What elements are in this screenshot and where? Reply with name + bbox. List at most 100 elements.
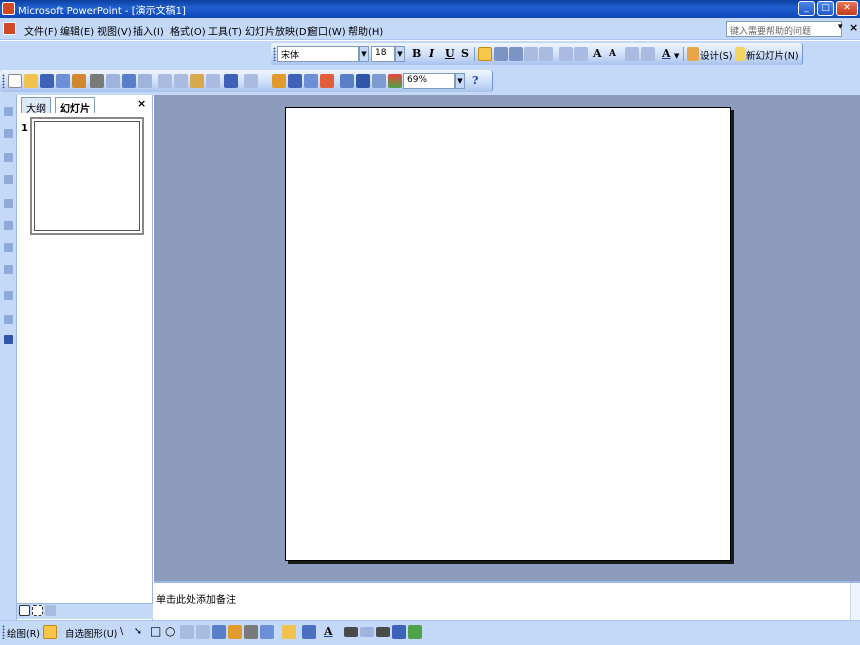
diagram-icon[interactable] bbox=[228, 625, 242, 639]
insert-table-icon[interactable] bbox=[288, 74, 302, 88]
picture-icon[interactable] bbox=[260, 625, 274, 639]
font-size-dropdown-icon[interactable]: ▼ bbox=[395, 46, 405, 62]
print-icon[interactable] bbox=[90, 74, 104, 88]
format-painter-icon[interactable] bbox=[206, 74, 220, 88]
help-search-input[interactable]: 键入需要帮助的问题 bbox=[726, 21, 842, 37]
menu-window[interactable]: 窗口(W) bbox=[308, 23, 346, 38]
show-formatting-icon[interactable] bbox=[356, 74, 370, 88]
draw-menu-button[interactable]: 绘图(R) bbox=[7, 626, 40, 640]
underline-button[interactable]: U bbox=[445, 47, 455, 60]
numbering-icon[interactable] bbox=[559, 47, 573, 61]
expand-all-icon[interactable] bbox=[4, 265, 13, 274]
line-icon[interactable]: \ bbox=[120, 626, 123, 637]
zoom-dropdown-icon[interactable]: ▼ bbox=[455, 73, 465, 89]
font-name-select[interactable]: 宋体 bbox=[277, 46, 359, 62]
powerpoint-app-icon[interactable] bbox=[2, 2, 15, 15]
expand-icon[interactable] bbox=[4, 221, 13, 230]
move-down-icon[interactable] bbox=[4, 175, 13, 184]
insert-hyperlink-icon[interactable] bbox=[320, 74, 334, 88]
expand-all-icon[interactable] bbox=[340, 74, 354, 88]
increase-indent-icon[interactable] bbox=[641, 47, 655, 61]
minimize-button[interactable]: _ bbox=[798, 1, 815, 16]
font-size-select[interactable]: 18 bbox=[371, 46, 395, 62]
menu-help[interactable]: 帮助(H) bbox=[348, 23, 383, 38]
vertical-textbox-icon[interactable] bbox=[196, 625, 210, 639]
decrease-font-size-icon[interactable]: A bbox=[609, 49, 616, 59]
justify-icon[interactable] bbox=[524, 47, 538, 61]
arrow-style-icon[interactable] bbox=[376, 627, 390, 637]
slide-sorter-icon[interactable] bbox=[32, 605, 43, 616]
rectangle-icon[interactable]: □ bbox=[150, 624, 161, 638]
demote-icon[interactable] bbox=[4, 129, 13, 138]
menu-view[interactable]: 视图(V) bbox=[97, 23, 132, 38]
toolbar-grip[interactable] bbox=[2, 74, 5, 88]
menu-edit[interactable]: 编辑(E) bbox=[60, 23, 94, 38]
align-left-icon[interactable] bbox=[478, 47, 492, 61]
slide-canvas[interactable] bbox=[285, 107, 731, 561]
slide-thumbnail[interactable] bbox=[30, 117, 144, 235]
notes-scrollbar[interactable] bbox=[850, 583, 860, 620]
research-icon[interactable] bbox=[138, 74, 152, 88]
toolbar-options-icon[interactable] bbox=[4, 335, 13, 344]
email-icon[interactable] bbox=[72, 74, 86, 88]
paste-icon[interactable] bbox=[190, 74, 204, 88]
font-color-icon[interactable]: A bbox=[324, 625, 333, 638]
undo-icon[interactable] bbox=[224, 74, 238, 88]
increase-font-size-icon[interactable]: A bbox=[593, 47, 602, 60]
new-document-icon[interactable] bbox=[8, 74, 22, 88]
font-name-dropdown-icon[interactable]: ▼ bbox=[359, 46, 369, 62]
close-button[interactable]: ✕ bbox=[836, 1, 858, 16]
tab-outline[interactable]: 大纲 bbox=[21, 97, 51, 115]
redo-icon[interactable] bbox=[244, 74, 258, 88]
align-center-icon[interactable] bbox=[494, 47, 508, 61]
tab-slides[interactable]: 幻灯片 bbox=[55, 97, 95, 115]
maximize-button[interactable]: □ bbox=[817, 1, 834, 16]
pane-close-button[interactable]: × bbox=[137, 97, 146, 110]
document-close-button[interactable]: × bbox=[849, 21, 858, 34]
help-icon[interactable]: ? bbox=[472, 74, 478, 87]
toolbar-grip[interactable] bbox=[2, 625, 5, 639]
permission-icon[interactable] bbox=[56, 74, 70, 88]
insert-chart-icon[interactable] bbox=[272, 74, 286, 88]
grid-icon[interactable] bbox=[372, 74, 386, 88]
shadow-style-icon[interactable] bbox=[392, 625, 406, 639]
normal-view-icon[interactable] bbox=[19, 605, 30, 616]
select-objects-icon[interactable] bbox=[43, 625, 57, 639]
save-icon[interactable] bbox=[40, 74, 54, 88]
menu-file[interactable]: 文件(F) bbox=[24, 23, 58, 38]
summary-slide-icon[interactable] bbox=[4, 291, 13, 300]
arrow-icon[interactable]: ➘ bbox=[134, 626, 142, 637]
promote-icon[interactable] bbox=[4, 107, 13, 116]
menu-tools[interactable]: 工具(T) bbox=[208, 23, 242, 38]
font-color-button[interactable]: A bbox=[662, 47, 671, 60]
copy-icon[interactable] bbox=[174, 74, 188, 88]
wordart-icon[interactable] bbox=[212, 625, 226, 639]
notes-placeholder[interactable]: 单击此处添加备注 bbox=[156, 591, 236, 606]
collapse-icon[interactable] bbox=[4, 199, 13, 208]
fill-color-icon[interactable] bbox=[282, 625, 296, 639]
line-style-icon[interactable] bbox=[344, 627, 358, 637]
distribute-icon[interactable] bbox=[539, 47, 553, 61]
decrease-indent-icon[interactable] bbox=[625, 47, 639, 61]
toolbar-grip[interactable] bbox=[273, 47, 276, 61]
show-formatting-icon[interactable] bbox=[4, 315, 13, 324]
3d-style-icon[interactable] bbox=[408, 625, 422, 639]
zoom-select[interactable]: 69% bbox=[403, 73, 455, 89]
bullets-icon[interactable] bbox=[574, 47, 588, 61]
bold-button[interactable]: B bbox=[412, 47, 421, 60]
slideshow-icon[interactable] bbox=[45, 605, 56, 616]
insert-diagram-icon[interactable] bbox=[304, 74, 318, 88]
cut-icon[interactable] bbox=[158, 74, 172, 88]
clipart-icon[interactable] bbox=[244, 625, 258, 639]
menu-insert[interactable]: 插入(I) bbox=[133, 23, 164, 38]
menu-format[interactable]: 格式(O) bbox=[170, 23, 206, 38]
notes-pane[interactable]: 单击此处添加备注 bbox=[154, 581, 860, 620]
new-slide-button[interactable]: 新幻灯片(N) bbox=[746, 48, 799, 62]
collapse-all-icon[interactable] bbox=[4, 243, 13, 252]
italic-button[interactable]: I bbox=[429, 47, 434, 60]
document-icon[interactable] bbox=[3, 22, 16, 35]
font-color-dropdown-icon[interactable]: ▼ bbox=[674, 51, 679, 60]
print-preview-icon[interactable] bbox=[106, 74, 120, 88]
color-grayscale-icon[interactable] bbox=[388, 74, 402, 88]
textbox-icon[interactable] bbox=[180, 625, 194, 639]
